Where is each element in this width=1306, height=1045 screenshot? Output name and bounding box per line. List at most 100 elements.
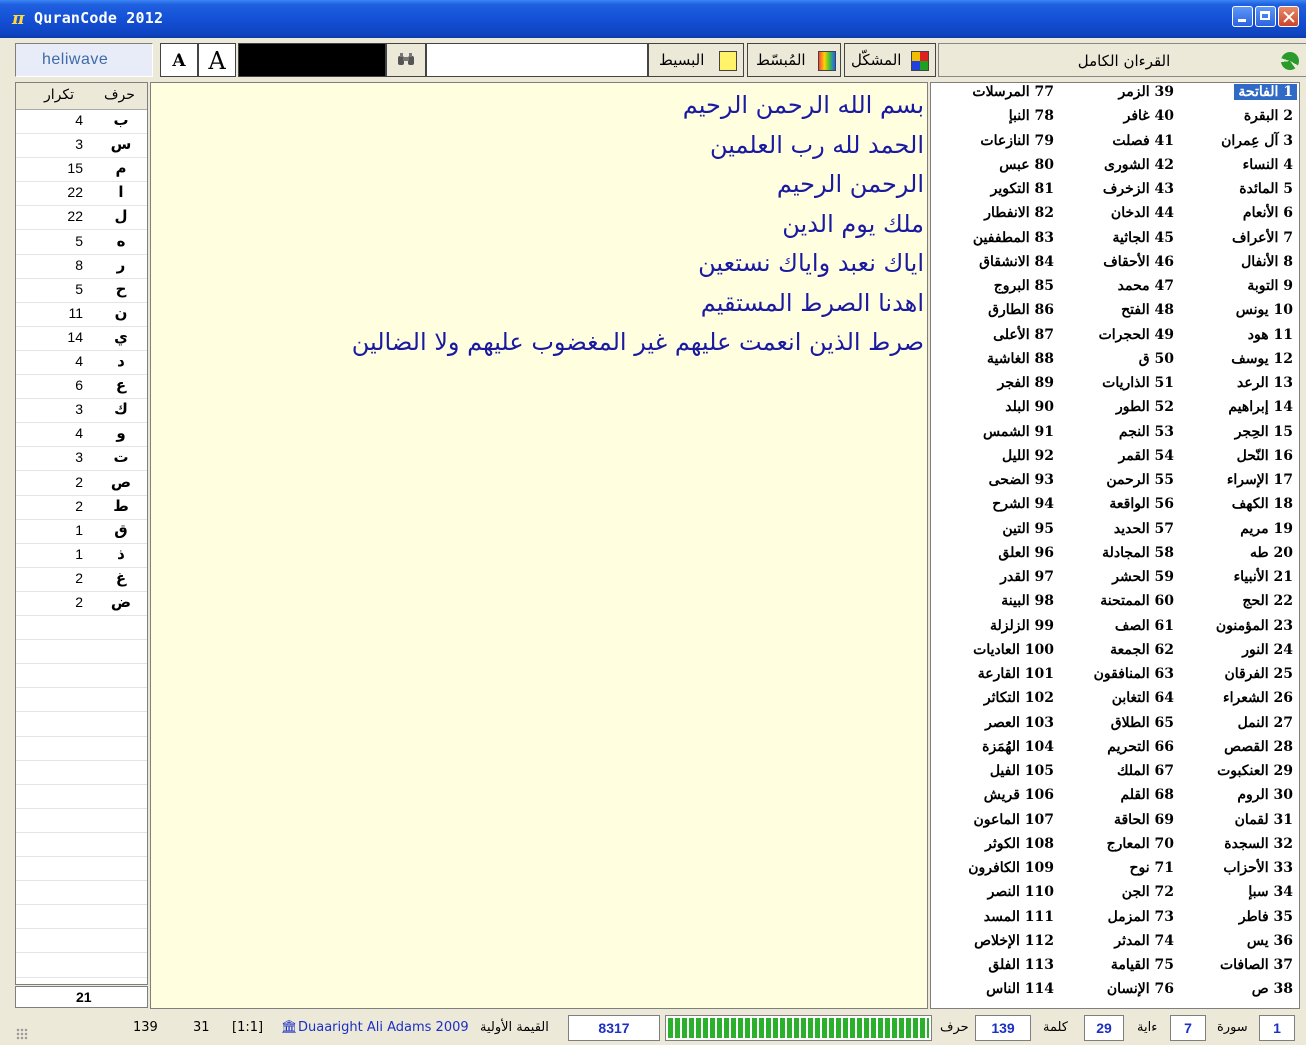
surah-item[interactable]: 97 القدر bbox=[932, 569, 1058, 593]
surah-item[interactable]: 68 القلم bbox=[1062, 787, 1178, 811]
surah-item[interactable]: 36 يس bbox=[1177, 933, 1297, 957]
surah-item[interactable]: 12 يوسف bbox=[1177, 351, 1297, 375]
surah-item[interactable]: 24 النور bbox=[1177, 642, 1297, 666]
surah-item[interactable]: 7 الأعراف bbox=[1177, 230, 1297, 254]
resize-grip-icon[interactable] bbox=[16, 1028, 28, 1040]
table-row[interactable]: 22 ا bbox=[16, 182, 147, 207]
surah-item[interactable]: 88 الغاشية bbox=[932, 351, 1058, 375]
table-row[interactable]: 1ذ bbox=[16, 544, 147, 568]
table-row[interactable]: 1ق bbox=[16, 520, 147, 544]
surah-item[interactable]: 1 الفاتحة bbox=[1177, 84, 1297, 108]
surah-item[interactable]: 110 النصر bbox=[932, 884, 1058, 908]
surah-item[interactable]: 81 التكوير bbox=[932, 181, 1058, 205]
surah-item[interactable]: 64 التغابن bbox=[1062, 690, 1178, 714]
surah-item[interactable]: 3 آل عِمران bbox=[1177, 133, 1297, 157]
verse-line[interactable]: اياك نعبد واياك نستعين bbox=[698, 249, 924, 277]
surah-item[interactable]: 72 الجن bbox=[1062, 884, 1178, 908]
surah-item[interactable]: 27 النمل bbox=[1177, 715, 1297, 739]
surah-item[interactable]: 56 الواقعة bbox=[1062, 496, 1178, 520]
surah-item[interactable]: 29 العنكبوت bbox=[1177, 763, 1297, 787]
surah-item[interactable]: 75 القيامة bbox=[1062, 957, 1178, 981]
surah-item[interactable]: 40 غافر bbox=[1062, 108, 1178, 132]
surah-item[interactable]: 41 فصلت bbox=[1062, 133, 1178, 157]
surah-item[interactable]: 112 الإخلاص bbox=[932, 933, 1058, 957]
surah-item[interactable]: 38 ص bbox=[1177, 981, 1297, 1005]
surah-item[interactable]: 23 المؤمنون bbox=[1177, 618, 1297, 642]
surah-item[interactable]: 28 القصص bbox=[1177, 739, 1297, 763]
surah-item[interactable]: 53 النجم bbox=[1062, 424, 1178, 448]
search-input[interactable] bbox=[426, 43, 648, 77]
surah-item[interactable]: 13 الرعد bbox=[1177, 375, 1297, 399]
surah-item[interactable]: 26 الشعراء bbox=[1177, 690, 1297, 714]
surah-item[interactable]: 51 الذاريات bbox=[1062, 375, 1178, 399]
surah-item[interactable]: 92 الليل bbox=[932, 448, 1058, 472]
surah-item[interactable]: 47 محمد bbox=[1062, 278, 1178, 302]
surah-item[interactable]: 65 الطلاق bbox=[1062, 715, 1178, 739]
surah-item[interactable]: 77 المرسلات bbox=[932, 84, 1058, 108]
surah-item[interactable]: 96 العلق bbox=[932, 545, 1058, 569]
surah-item[interactable]: 93 الضحى bbox=[932, 472, 1058, 496]
table-row[interactable]: 5ه bbox=[16, 231, 147, 255]
surah-item[interactable]: 78 النبإ bbox=[932, 108, 1058, 132]
verse-text-area[interactable]: بسم الله الرحمن الرحيم الحمد لله رب العلم… bbox=[150, 82, 928, 1009]
surah-item[interactable]: 32 السجدة bbox=[1177, 836, 1297, 860]
surah-item[interactable]: 4 النساء bbox=[1177, 157, 1297, 181]
surah-item[interactable]: 9 التوبة bbox=[1177, 278, 1297, 302]
surah-item[interactable]: 66 التحريم bbox=[1062, 739, 1178, 763]
surah-item[interactable]: 21 الأنبياء bbox=[1177, 569, 1297, 593]
table-row[interactable]: 2ط bbox=[16, 496, 147, 520]
surah-count-box[interactable]: 1 bbox=[1259, 1015, 1295, 1041]
surah-item[interactable]: 30 الروم bbox=[1177, 787, 1297, 811]
surah-item[interactable]: 39 الزمر bbox=[1062, 84, 1178, 108]
surah-item[interactable]: 58 المجادلة bbox=[1062, 545, 1178, 569]
surah-item[interactable]: 17 الإسراء bbox=[1177, 472, 1297, 496]
words-count-box[interactable]: 29 bbox=[1084, 1015, 1124, 1041]
table-row[interactable]: 3ت bbox=[16, 447, 147, 472]
surah-item[interactable]: 80 عبس bbox=[932, 157, 1058, 181]
surah-item[interactable]: 102 التكاثر bbox=[932, 690, 1058, 714]
surah-item[interactable]: 91 الشمس bbox=[932, 424, 1058, 448]
table-row[interactable]: 3ك bbox=[16, 399, 147, 424]
table-row[interactable]: 2ض bbox=[16, 592, 147, 616]
surah-item[interactable]: 101 القارعة bbox=[932, 666, 1058, 690]
surah-item[interactable]: 6 الأنعام bbox=[1177, 205, 1297, 229]
surah-item[interactable]: 99 الزلزلة bbox=[932, 618, 1058, 642]
surah-item[interactable]: 15 الحِجر bbox=[1177, 424, 1297, 448]
verse-line[interactable]: الرحمن الرحيم bbox=[777, 170, 924, 198]
table-row[interactable]: 15 م bbox=[16, 158, 147, 183]
surah-item[interactable]: 108 الكوثر bbox=[932, 836, 1058, 860]
surah-item[interactable]: 100 العاديات bbox=[932, 642, 1058, 666]
surah-item[interactable]: 82 الانفطار bbox=[932, 205, 1058, 229]
surah-item[interactable]: 31 لقمان bbox=[1177, 812, 1297, 836]
surah-item[interactable]: 45 الجاثية bbox=[1062, 230, 1178, 254]
table-row[interactable]: 6ع bbox=[16, 375, 147, 400]
surah-item[interactable]: 2 البقرة bbox=[1177, 108, 1297, 132]
surah-item[interactable]: 20 طه bbox=[1177, 545, 1297, 569]
surah-item[interactable]: 106 قريش bbox=[932, 787, 1058, 811]
surah-item[interactable]: 70 المعارج bbox=[1062, 836, 1178, 860]
surah-item[interactable]: 62 الجمعة bbox=[1062, 642, 1178, 666]
surah-item[interactable]: 105 الفيل bbox=[932, 763, 1058, 787]
table-row[interactable]: 4د bbox=[16, 351, 147, 375]
maximize-button[interactable] bbox=[1255, 6, 1276, 27]
surah-item[interactable]: 98 البينة bbox=[932, 593, 1058, 617]
surah-item[interactable]: 111 المسد bbox=[932, 909, 1058, 933]
mode-mubassat-button[interactable]: المُبسّط bbox=[747, 43, 841, 77]
verse-line[interactable]: بسم الله الرحمن الرحيم bbox=[683, 91, 924, 119]
surah-item[interactable]: 55 الرحمن bbox=[1062, 472, 1178, 496]
surah-item[interactable]: 25 الفرقان bbox=[1177, 666, 1297, 690]
surah-item[interactable]: 76 الإنسان bbox=[1062, 981, 1178, 1005]
surah-item[interactable]: 95 التين bbox=[932, 521, 1058, 545]
table-row[interactable]: 22 ل bbox=[16, 206, 147, 231]
surah-item[interactable]: 22 الحج bbox=[1177, 593, 1297, 617]
close-button[interactable] bbox=[1278, 6, 1299, 27]
surah-item[interactable]: 59 الحشر bbox=[1062, 569, 1178, 593]
quran-selector[interactable]: القرءان الكامل bbox=[938, 43, 1306, 77]
surah-item[interactable]: 49 الحجرات bbox=[1062, 327, 1178, 351]
refresh-icon[interactable] bbox=[1281, 52, 1299, 70]
verse-line[interactable]: صرط الذين انعمت عليهم غير المغضوب عليهم … bbox=[352, 328, 924, 356]
surah-item[interactable]: 19 مريم bbox=[1177, 521, 1297, 545]
surah-item[interactable]: 37 الصافات bbox=[1177, 957, 1297, 981]
surah-item[interactable]: 109 الكافرون bbox=[932, 860, 1058, 884]
minimize-button[interactable] bbox=[1232, 6, 1253, 27]
